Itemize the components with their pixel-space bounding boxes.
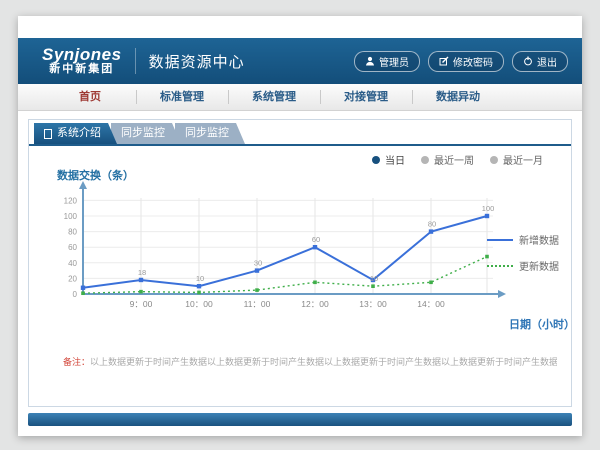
legend-line-icon (487, 239, 513, 241)
user-button-label: 管理员 (379, 54, 409, 69)
legend-item-0[interactable]: 新增数据 (487, 232, 559, 247)
svg-text:80: 80 (68, 228, 77, 237)
svg-text:11：00: 11：00 (244, 299, 271, 309)
edit-icon (439, 56, 449, 66)
svg-text:9：00: 9：00 (130, 299, 153, 309)
content-panel: 系统介绍同步监控同步监控 当日最近一周最近一月 数据交换（条） 02040608… (28, 119, 572, 407)
tab-label: 系统介绍 (57, 123, 101, 144)
svg-text:60: 60 (312, 235, 320, 244)
line-chart: 0 20 40 60 80 100 120 9：00 10：00 11：00 12：00 13：00 1… (49, 178, 509, 328)
note-text: 以上数据更新于时间产生数据以上数据更新于时间产生数据以上数据更新于时间产生数据以… (90, 357, 557, 367)
power-icon (523, 56, 533, 66)
svg-text:10: 10 (370, 274, 378, 283)
logout-button[interactable]: 退出 (512, 51, 568, 72)
radio-option-2[interactable]: 最近一月 (490, 152, 543, 167)
radio-icon (490, 156, 498, 164)
legend-label: 新增数据 (519, 232, 559, 247)
svg-text:60: 60 (68, 243, 77, 252)
browser-strip (18, 16, 582, 38)
x-axis-title: 日期（小时） (509, 316, 575, 332)
header-buttons: 管理员 修改密码 退出 (354, 51, 568, 72)
legend-line-icon (487, 265, 513, 267)
legend-label: 更新数据 (519, 258, 559, 273)
tab-label: 同步监控 (121, 123, 165, 144)
app-header: Synjones 新中新集团 数据资源中心 管理员 修改密码 (18, 38, 582, 84)
document-icon (44, 129, 52, 139)
svg-text:10：00: 10：00 (185, 299, 213, 309)
nav-item-0[interactable]: 首页 (44, 84, 136, 110)
tab-1[interactable]: 同步监控 (111, 123, 181, 144)
change-password-button[interactable]: 修改密码 (428, 51, 504, 72)
svg-text:10: 10 (196, 274, 204, 283)
svg-text:30: 30 (254, 259, 262, 268)
tab-2[interactable]: 同步监控 (175, 123, 245, 144)
radio-label: 当日 (385, 152, 405, 167)
company-logo[interactable]: Synjones 新中新集团 (42, 46, 122, 75)
svg-text:100: 100 (482, 204, 495, 213)
logout-label: 退出 (537, 54, 557, 69)
svg-text:100: 100 (64, 212, 78, 221)
header-divider (135, 48, 136, 74)
nav-item-4[interactable]: 数据异动 (412, 84, 504, 110)
tab-0[interactable]: 系统介绍 (34, 123, 117, 144)
svg-text:12：00: 12：00 (301, 299, 329, 309)
radio-selected-icon (372, 156, 380, 164)
change-password-label: 修改密码 (453, 54, 493, 69)
tab-bar: 系统介绍同步监控同步监控 (29, 120, 571, 146)
user-icon (365, 56, 375, 66)
radio-label: 最近一月 (503, 152, 543, 167)
svg-text:40: 40 (68, 259, 77, 268)
svg-text:13：00: 13：00 (359, 299, 387, 309)
logo-subtext: 新中新集团 (42, 64, 122, 76)
nav-item-1[interactable]: 标准管理 (136, 84, 228, 110)
user-button[interactable]: 管理员 (354, 51, 420, 72)
tab-label: 同步监控 (185, 123, 229, 144)
svg-text:80: 80 (428, 220, 436, 229)
svg-text:18: 18 (138, 268, 146, 277)
note-prefix: 备注： (63, 357, 90, 367)
nav-item-2[interactable]: 系统管理 (228, 84, 320, 110)
footer-bar (28, 413, 572, 426)
legend-item-1[interactable]: 更新数据 (487, 258, 559, 273)
svg-text:120: 120 (64, 196, 78, 205)
chart-legend: 新增数据更新数据 (487, 232, 559, 273)
svg-text:20: 20 (68, 274, 77, 283)
time-range-filter: 当日 最近一周 最近一月 (372, 152, 543, 167)
app-window: Synjones 新中新集团 数据资源中心 管理员 修改密码 (18, 16, 582, 436)
nav-item-3[interactable]: 对接管理 (320, 84, 412, 110)
logo-text: Synjones (42, 46, 122, 64)
main-nav: 首页标准管理系统管理对接管理数据异动 (18, 84, 582, 111)
radio-icon (421, 156, 429, 164)
svg-text:14：00: 14：00 (417, 299, 445, 309)
svg-text:0: 0 (73, 290, 78, 299)
radio-option-1[interactable]: 最近一周 (421, 152, 474, 167)
radio-option-0[interactable]: 当日 (372, 152, 405, 167)
page-title: 数据资源中心 (149, 51, 245, 72)
radio-label: 最近一周 (434, 152, 474, 167)
footer-note: 备注：以上数据更新于时间产生数据以上数据更新于时间产生数据以上数据更新于时间产生… (63, 355, 557, 368)
